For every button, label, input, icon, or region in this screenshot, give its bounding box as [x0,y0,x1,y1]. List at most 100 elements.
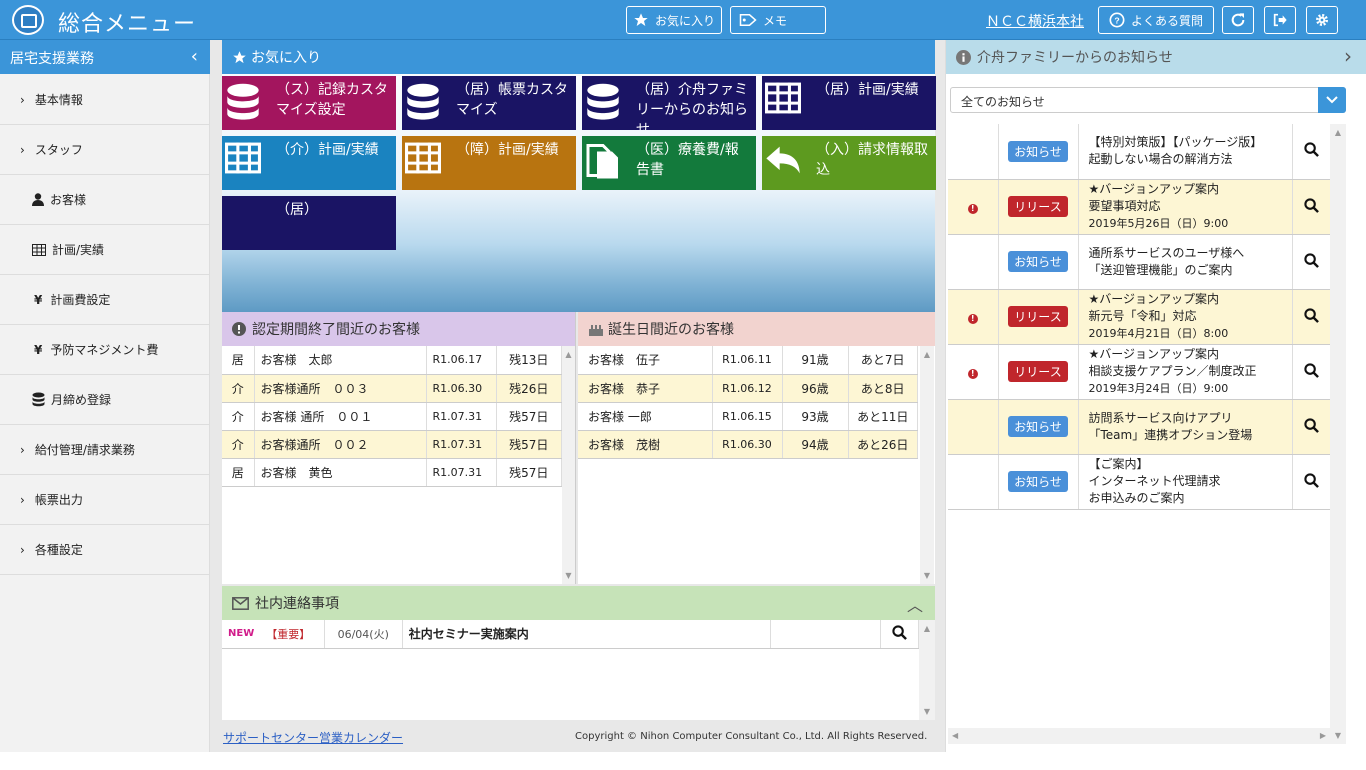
chevron-right-icon[interactable]: › [1344,44,1352,68]
memo-button[interactable]: メモ [730,6,826,34]
table-row[interactable]: お客様 一郎 R1.06.15 93歳 あと11日 [578,402,918,431]
notice-row[interactable]: ! リリース ★バージョンアップ案内 新元号「令和」対応 2019年4月21日（… [948,289,1331,345]
favorite-tile[interactable]: （ス）記録カスタマイズ設定 [222,76,396,130]
sidebar-item-monthly-close[interactable]: 月締め登録 [0,375,210,425]
notice-search-button[interactable] [1292,344,1331,400]
chevron-right-icon: › [20,542,25,557]
favorites-button-label: お気に入り [654,13,715,28]
notice-search-button[interactable] [1292,179,1331,235]
sidebar-item-plan-fee[interactable]: ¥ 計画費設定 [0,275,210,325]
table-row[interactable]: 介 お客様 通所 ００１ R1.07.31 残57日 [222,402,562,431]
favorites-button[interactable]: お気に入り [626,6,722,34]
question-icon: ? [1109,12,1125,28]
internal-scrollbar[interactable]: ▲ ▼ [919,620,935,720]
sidebar-item-billing[interactable]: › 給付管理/請求業務 [0,425,210,475]
cell-type: 介 [222,402,255,431]
favorite-tile[interactable]: （居）介舟ファミリーからのお知らせ [582,76,756,130]
notice-vertical-scrollbar[interactable]: ▲ ▼ [1330,124,1346,744]
chevron-right-icon: › [20,92,25,107]
cell-remain: 残57日 [496,402,562,431]
table-row[interactable]: お客様 恭子 R1.06.12 96歳 あと8日 [578,374,918,403]
company-link[interactable]: ＮＣＣ横浜本社 [986,11,1084,31]
favorite-tile-label: （居） [276,202,318,218]
search-button[interactable] [880,620,920,649]
table-row[interactable]: 介 お客様通所 ００２ R1.07.31 残57日 [222,430,562,459]
notice-filter-select[interactable]: 全てのお知らせ [950,87,1346,113]
settings-button[interactable] [1306,6,1338,34]
sidebar-item-basic-info[interactable]: › 基本情報 [0,75,210,125]
favorite-tile[interactable]: （居） [222,196,396,250]
sidebar-item-plan-results[interactable]: 計画/実績 [0,225,210,275]
birthday-table: お客様 伍子 R1.06.11 91歳 あと7日 お客様 恭子 R1.06.12… [578,346,918,459]
favorite-tile-label: （ス）記録カスタマイズ設定 [276,82,388,118]
notice-search-button[interactable] [1292,399,1331,455]
cell-name: お客様 一郎 [578,402,713,431]
notice-line: お申込みのご案内 [1088,491,1185,505]
sidebar-item-customers[interactable]: お客様 [0,175,210,225]
table-row[interactable]: NEW 【重要】 06/04(火) 社内セミナー実施案内 [222,620,920,649]
sidebar-item-prevention-fee[interactable]: ¥ 予防マネジメント費 [0,325,210,375]
collapse-sidebar-icon[interactable]: ‹ [191,46,198,67]
cell-age: 93歳 [782,402,849,431]
birthday-panel: 誕生日間近のお客様 お客様 伍子 R1.06.11 91歳 あと7日 お客様 恭… [578,312,935,584]
notice-row[interactable]: お知らせ 通所系サービスのユーザ様へ 「送迎管理機能」のご案内 [948,234,1331,290]
favorite-tile[interactable]: （医）療養費/報告書 [582,136,756,190]
table-row[interactable]: お客様 茂樹 R1.06.30 94歳 あと26日 [578,430,918,459]
expiring-panel: 認定期間終了間近のお客様 居 お客様 太郎 R1.06.17 残13日 介 お客… [222,312,576,584]
table-row[interactable]: 居 お客様 太郎 R1.06.17 残13日 [222,346,562,375]
sidebar-item-settings[interactable]: › 各種設定 [0,525,210,575]
notice-row[interactable]: お知らせ 訪問系サービス向けアプリ 「Team」連携オプション登場 [948,399,1331,455]
favorite-tile[interactable]: （障）計画/実績 [402,136,576,190]
app-logo [12,5,44,35]
support-calendar-link[interactable]: サポートセンター営業カレンダー [223,729,403,746]
notice-line: ★バージョンアップ案内 [1088,292,1220,306]
sidebar-item-label: 基本情報 [34,93,83,107]
sidebar-item-label: 各種設定 [34,543,83,557]
collapse-chevron-up-icon[interactable]: ︿ [907,592,923,616]
svg-text:?: ? [1114,15,1119,25]
notice-line: 「Team」連携オプション登場 [1088,427,1253,442]
notice-search-button[interactable] [1292,289,1331,345]
refresh-button[interactable] [1222,6,1254,34]
app-title: 総合メニュー [58,12,197,37]
favorite-tile[interactable]: （居）帳票カスタマイズ [402,76,576,130]
table-row[interactable]: 居 お客様 黄色 R1.07.31 残57日 [222,458,562,487]
notice-row[interactable]: ! リリース ★バージョンアップ案内 相談支援ケアプラン／制度改正 2019年3… [948,344,1331,400]
chevron-right-icon: › [20,142,25,157]
notice-row[interactable]: ! リリース ★バージョンアップ案内 要望事項対応 2019年5月26日（日）9… [948,179,1331,235]
table-icon [765,82,801,114]
notice-search-button[interactable] [1292,234,1331,290]
notice-search-button[interactable] [1292,124,1331,180]
favorite-tile[interactable]: （介）計画/実績 [222,136,396,190]
internal-header: 社内連絡事項 ︿ [222,586,935,620]
sidebar-item-staff[interactable]: › スタッフ [0,125,210,175]
internal-panel: 社内連絡事項 ︿ NEW 【重要】 06/04(火) 社内セミナー実施案内 ▲ … [222,586,935,720]
table-row[interactable]: 介 お客様通所 ００３ R1.06.30 残26日 [222,374,562,403]
tag-icon [739,14,757,26]
notice-horizontal-scrollbar[interactable]: ◀ ▶ [948,728,1330,744]
chevron-right-icon: › [20,442,25,457]
favorite-tile[interactable]: （入）請求情報取込 [762,136,936,190]
chevron-down-icon[interactable] [1318,87,1346,113]
notice-line: 「送迎管理機能」のご案内 [1088,262,1233,277]
notice-row[interactable]: お知らせ 【特別対策版】【パッケージ版】 起動しない場合の解消方法 [948,124,1331,180]
copyright-text: Copyright © Nihon Computer Consultant Co… [575,731,928,742]
cell-name: お客様 恭子 [578,374,713,403]
table-row[interactable]: お客様 伍子 R1.06.11 91歳 あと7日 [578,346,918,375]
table-icon [225,142,261,174]
notice-search-button[interactable] [1292,454,1331,510]
logout-icon [1273,13,1287,27]
memo-button-label: メモ [763,13,788,28]
cell-subject: 社内セミナー実施案内 [402,620,771,649]
favorite-tile[interactable]: （居）計画/実績 [762,76,936,130]
database-icon [587,83,619,120]
notice-line: ★バージョンアップ案内 [1088,182,1220,196]
notice-row[interactable]: お知らせ 【ご案内】 インターネット代理請求 お申込みのご案内 [948,454,1331,510]
expiring-scrollbar[interactable]: ▲ ▼ [562,346,575,584]
birthday-scrollbar[interactable]: ▲ ▼ [920,346,934,584]
favorites-panel: お気に入り （ス）記録カスタマイズ設定 （居）帳票カスタマイズ （居）介舟ファミ… [222,40,936,312]
sidebar-item-reports[interactable]: › 帳票出力 [0,475,210,525]
notices-panel: 介舟ファミリーからのお知らせ › 全てのお知らせ お知らせ 【特別対策版】【パッ… [945,40,1366,752]
faq-button[interactable]: ? よくある質問 [1098,6,1214,34]
logout-button[interactable] [1264,6,1296,34]
